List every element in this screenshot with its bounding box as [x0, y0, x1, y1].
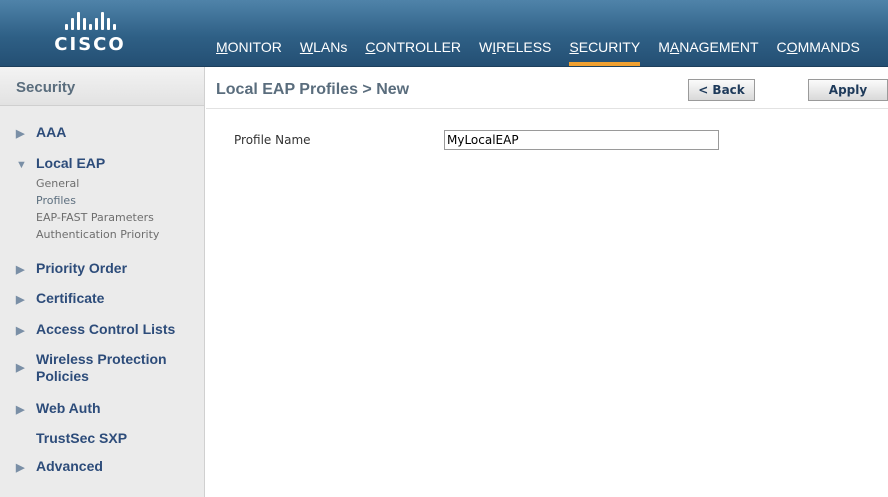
nav-wlans[interactable]: WLANs — [300, 36, 347, 66]
sidebar-item-wireless-protection-policies[interactable]: ▶ Wireless Protection Policies — [16, 351, 167, 385]
cisco-logo: CISCO — [40, 10, 140, 58]
main-nav: MONITOR WLANs CONTROLLER WIRELESS SECURI… — [216, 36, 878, 66]
sidebar-sub-profiles[interactable]: Profiles — [36, 194, 76, 207]
profile-name-label: Profile Name — [234, 133, 311, 147]
sidebar-item-local-eap[interactable]: ▼ Local EAP — [16, 155, 105, 171]
cisco-logo-text: CISCO — [54, 34, 126, 55]
nav-commands[interactable]: COMMANDS — [777, 36, 860, 66]
triangle-right-icon: ▶ — [16, 325, 25, 337]
sidebar-item-advanced[interactable]: ▶ Advanced — [16, 458, 103, 474]
sidebar-item-certificate[interactable]: ▶ Certificate — [16, 290, 104, 306]
nav-monitor[interactable]: MONITOR — [216, 36, 282, 66]
top-header: CISCO MONITOR WLANs CONTROLLER WIRELESS … — [0, 0, 888, 67]
triangle-down-icon: ▼ — [16, 159, 27, 171]
sidebar-item-web-auth[interactable]: ▶ Web Auth — [16, 400, 101, 416]
profile-name-input[interactable]: MyLocalEAP — [444, 130, 719, 150]
sidebar-sub-general[interactable]: General — [36, 177, 79, 190]
sidebar-item-access-control-lists[interactable]: ▶ Access Control Lists — [16, 321, 175, 337]
nav-wireless[interactable]: WIRELESS — [479, 36, 551, 66]
sidebar-item-trustsec-sxp[interactable]: TrustSec SXP — [16, 430, 127, 446]
triangle-right-icon: ▶ — [16, 128, 25, 140]
nav-controller[interactable]: CONTROLLER — [365, 36, 461, 66]
back-button[interactable]: < Back — [688, 79, 755, 101]
sidebar-sub-eap-fast-parameters[interactable]: EAP-FAST Parameters — [36, 211, 154, 224]
sidebar-item-priority-order[interactable]: ▶ Priority Order — [16, 260, 127, 276]
cisco-bars-icon — [40, 10, 140, 30]
sidebar-title: Security — [0, 67, 204, 106]
sidebar-sub-authentication-priority[interactable]: Authentication Priority — [36, 228, 159, 241]
triangle-right-icon: ▶ — [16, 404, 25, 416]
apply-button[interactable]: Apply — [808, 79, 888, 101]
triangle-right-icon: ▶ — [16, 361, 25, 374]
triangle-right-icon: ▶ — [16, 462, 25, 474]
triangle-right-icon: ▶ — [16, 294, 25, 306]
page-title: Local EAP Profiles > New — [216, 81, 410, 98]
title-divider — [206, 108, 888, 109]
nav-security[interactable]: SECURITY — [569, 36, 641, 66]
triangle-right-icon: ▶ — [16, 264, 25, 276]
nav-management[interactable]: MANAGEMENT — [658, 36, 758, 66]
sidebar-item-aaa[interactable]: ▶ AAA — [16, 124, 66, 140]
sidebar: Security ▶ AAA ▼ Local EAP General Profile… — [0, 67, 205, 497]
